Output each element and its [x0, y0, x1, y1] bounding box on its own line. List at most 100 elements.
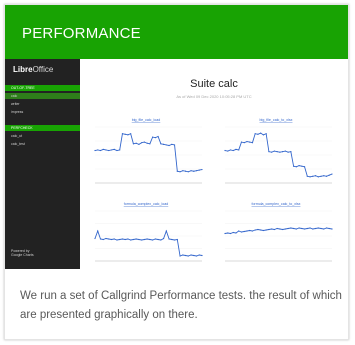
chart-point	[279, 228, 281, 230]
chart-point	[168, 144, 170, 147]
chart-point	[102, 148, 104, 150]
chart-point	[273, 150, 275, 152]
chart-point	[201, 168, 203, 171]
chart-point	[265, 133, 267, 135]
chart-point	[287, 151, 289, 153]
chart-point	[113, 148, 115, 150]
chart-point	[229, 232, 232, 235]
chart-point	[298, 165, 300, 167]
chart-point	[268, 228, 270, 231]
chart-point	[171, 238, 173, 241]
chart-point	[119, 238, 121, 241]
chart-point	[246, 140, 248, 143]
chart-point	[113, 238, 115, 240]
chart-point	[292, 165, 295, 167]
chart-point	[173, 239, 176, 241]
chart-point	[160, 143, 162, 145]
chart-point	[187, 255, 189, 257]
chart-point	[262, 229, 265, 232]
chart-point	[249, 229, 251, 232]
chart-point	[130, 239, 132, 241]
chart-point	[132, 238, 135, 241]
chart-point	[149, 143, 151, 145]
chart-point	[116, 239, 118, 241]
chart-point	[265, 229, 267, 231]
chart-point	[127, 238, 129, 240]
chart-point	[320, 227, 322, 230]
chart-point	[271, 151, 273, 153]
chart-point	[154, 238, 156, 240]
chart-point	[282, 228, 284, 231]
chart-point	[246, 230, 248, 232]
chart-point	[243, 230, 245, 233]
chart-point	[323, 228, 325, 230]
chart-point	[227, 150, 229, 152]
chart-point	[229, 149, 232, 151]
card-header: PERFORMANCE	[5, 5, 348, 59]
chart-point	[227, 232, 229, 234]
chart-point	[306, 175, 308, 177]
chart-point	[141, 142, 143, 144]
chart-point	[154, 137, 156, 139]
chart-point	[232, 149, 234, 152]
chart-point	[124, 238, 126, 241]
chart-point	[149, 238, 151, 241]
chart-point	[141, 239, 143, 241]
chart-point	[121, 133, 124, 135]
chart-point	[176, 170, 178, 172]
chart-point	[260, 229, 262, 231]
chart-point	[121, 238, 124, 240]
chart-point	[276, 151, 278, 153]
chart-point	[105, 149, 107, 151]
chart-point	[251, 230, 254, 232]
chart-point	[193, 254, 195, 257]
chart-point	[108, 149, 110, 152]
chart-point	[110, 149, 113, 151]
chart-point	[320, 175, 322, 177]
chart-point	[94, 237, 96, 240]
chart-point	[184, 170, 187, 172]
chart-point	[108, 238, 110, 240]
chart-point	[328, 174, 330, 176]
chart-point	[135, 142, 137, 144]
chart-point	[240, 231, 243, 233]
chart-point	[168, 238, 170, 240]
chart-point	[287, 227, 289, 230]
chart-point	[295, 228, 297, 230]
chart-point	[276, 227, 278, 230]
chart-point	[171, 143, 173, 145]
chart-point	[152, 136, 154, 138]
chart-panel: big_file_calc_to_xlsx	[224, 118, 333, 184]
chart-point	[102, 238, 104, 241]
chart-point	[303, 228, 306, 230]
chart-point	[198, 169, 200, 171]
chart-point	[187, 171, 189, 173]
chart-point	[135, 238, 137, 240]
chart-point	[224, 149, 226, 152]
chart-point	[176, 238, 178, 241]
chart-point	[157, 135, 159, 138]
chart-point	[238, 230, 240, 232]
chart-point	[243, 142, 245, 144]
chart-point	[295, 166, 297, 168]
chart-point	[179, 255, 181, 257]
chart-point	[262, 134, 265, 136]
chart-point	[235, 148, 237, 150]
chart-point	[162, 143, 165, 145]
chart-point	[309, 176, 311, 178]
chart-title: big_file_calc_load	[132, 118, 161, 122]
chart-point	[146, 238, 148, 240]
chart-point	[138, 143, 140, 145]
card-title: PERFORMANCE	[22, 25, 141, 42]
chart-panel: big_file_calc_load	[94, 118, 203, 184]
chart-point	[314, 227, 317, 230]
chart-panel: formula_complex_calc_load	[94, 202, 203, 262]
chart-point	[303, 166, 306, 168]
chart-point	[331, 228, 333, 230]
chart-point	[105, 237, 107, 240]
chart-point	[306, 227, 308, 230]
chart-point	[298, 227, 300, 229]
chart-point	[127, 134, 129, 136]
chart-point	[179, 171, 181, 173]
chart-point	[235, 232, 237, 234]
